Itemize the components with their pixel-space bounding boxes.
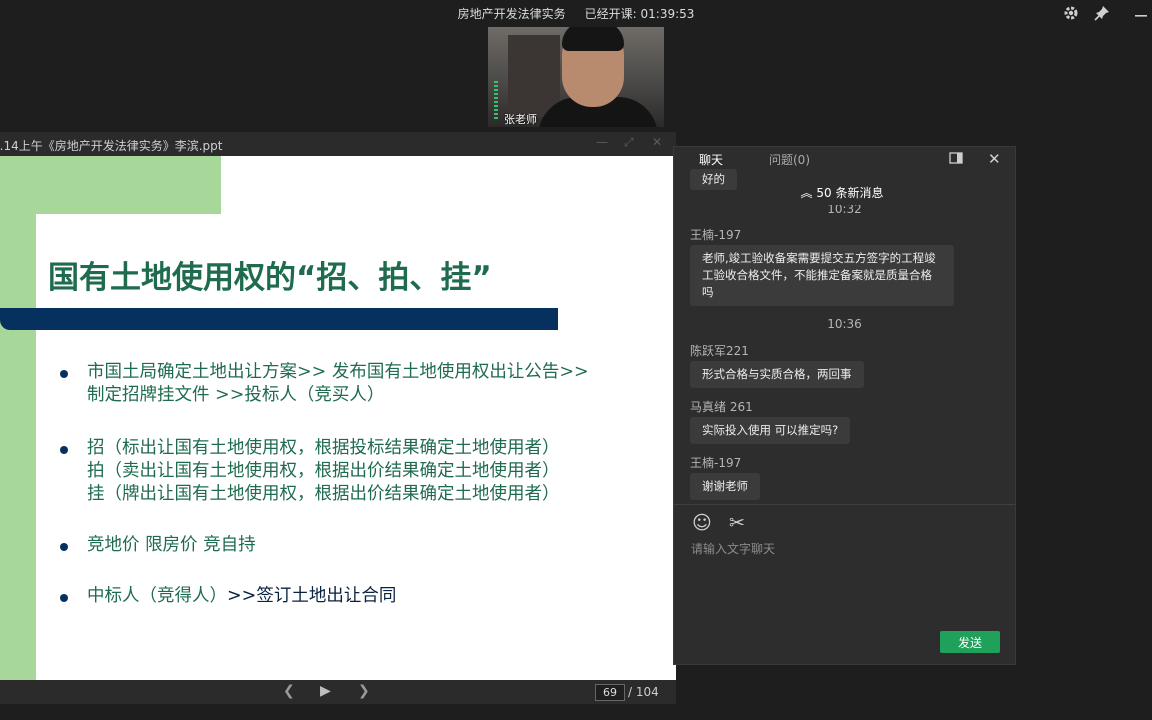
tab-questions[interactable]: 问题(0) bbox=[769, 151, 810, 168]
detach-panel-icon[interactable] bbox=[949, 152, 963, 168]
slide: 国有土地使用权的“招、拍、挂” 市国土局确定土地出让方案>> 发布国有土地使用权… bbox=[0, 156, 676, 680]
chat-bubble: 形式合格与实质合格，两回事 bbox=[690, 361, 864, 388]
bullet-line: 竞地价 限房价 竞自持 bbox=[87, 535, 256, 555]
bullet-line: 市国土局确定土地出让方案>> 发布国有土地使用权出让公告>> bbox=[87, 362, 589, 382]
new-messages-label: 50 条新消息 bbox=[816, 186, 884, 200]
chat-sender: 王楠-197 bbox=[690, 228, 742, 242]
elapsed-label: 已经开课: bbox=[584, 7, 637, 21]
ppt-maximize-icon[interactable]: ⤢ bbox=[624, 135, 634, 150]
teacher-video: 张老师 bbox=[488, 27, 664, 127]
chat-bubble: 老师,竣工验收备案需要提交五方签字的工程竣工验收合格文件，不能推定备案就是质量合… bbox=[690, 245, 954, 306]
bullet-suffix: >>签订土地出让合同 bbox=[227, 586, 397, 606]
next-slide-icon[interactable]: ❯ bbox=[358, 683, 370, 699]
chat-bubble: 谢谢老师 bbox=[690, 473, 760, 500]
bullet-dot-icon bbox=[60, 594, 68, 602]
slide-title-underline bbox=[0, 308, 558, 330]
elapsed-time: 01:39:53 bbox=[640, 7, 695, 21]
slide-green-corner bbox=[36, 156, 221, 214]
top-bar: 房地产开发法律实务 已经开课: 01:39:53 bbox=[0, 0, 1152, 26]
bullet-line: 拍（卖出让国有土地使用权，根据出价结果确定土地使用者） bbox=[87, 461, 560, 481]
bullet-prefix: 中标人（竞得人） bbox=[87, 586, 227, 606]
video-teacher-hair bbox=[562, 27, 624, 51]
slide-title: 国有土地使用权的“招、拍、挂” bbox=[48, 260, 492, 296]
mic-level-icon bbox=[494, 81, 498, 121]
chat-sender: 王楠-197 bbox=[690, 456, 742, 470]
gear-icon[interactable] bbox=[1062, 4, 1080, 22]
minimize-icon[interactable] bbox=[1132, 4, 1150, 22]
bullet-dot-icon bbox=[60, 543, 68, 551]
bullet-line: 挂（牌出让国有土地使用权，根据出价结果确定土地使用者） bbox=[87, 484, 560, 504]
send-button[interactable]: 发送 bbox=[940, 631, 1000, 653]
slide-green-band bbox=[0, 156, 36, 680]
ppt-window: 2.14上午《房地产开发法律实务》李滨.ppt — ⤢ ✕ 国有土地使用权的“招… bbox=[0, 132, 676, 704]
bullet-dot-icon bbox=[60, 370, 68, 378]
ppt-controls: ❮ ▶ ❯ 69 / 104 bbox=[0, 680, 676, 704]
chat-bubble: 好的 bbox=[690, 169, 737, 190]
scissors-icon[interactable]: ✂ bbox=[729, 512, 745, 534]
bullet-dot-icon bbox=[60, 446, 68, 454]
pin-icon[interactable] bbox=[1093, 4, 1111, 22]
chat-sender: 马真绪 261 bbox=[690, 400, 753, 414]
bullet-line: 招（标出让国有土地使用权，根据投标结果确定土地使用者） bbox=[87, 438, 560, 458]
course-title-bar: 房地产开发法律实务 已经开课: 01:39:53 bbox=[0, 5, 1152, 22]
course-title: 房地产开发法律实务 bbox=[457, 7, 566, 21]
emoji-icon[interactable]: ☺ bbox=[692, 512, 712, 534]
ppt-minimize-icon[interactable]: — bbox=[596, 135, 608, 149]
tab-chat[interactable]: 聊天 bbox=[699, 151, 724, 171]
ppt-window-title: 2.14上午《房地产开发法律实务》李滨.ppt bbox=[0, 139, 223, 153]
chat-sender: 陈跃军221 bbox=[690, 344, 749, 358]
chat-divider bbox=[674, 504, 1015, 505]
double-chevron-up-icon: ︽ bbox=[800, 186, 813, 200]
prev-slide-icon[interactable]: ❮ bbox=[283, 683, 295, 699]
new-messages-button[interactable]: ︽ 50 条新消息 bbox=[789, 181, 895, 205]
page-total: / 104 bbox=[628, 685, 659, 699]
teacher-name: 张老师 bbox=[504, 113, 537, 126]
chat-bubble: 实际投入使用 可以推定吗? bbox=[690, 417, 851, 444]
close-chat-icon[interactable]: ✕ bbox=[988, 150, 1001, 168]
play-icon[interactable]: ▶ bbox=[320, 683, 331, 699]
bullet-line: 制定招牌挂文件 >>投标人（竞买人） bbox=[87, 385, 385, 405]
chat-panel: 聊天 问题(0) ✕ 好的 10:32 ︽ 50 条新消息 王楠-197 老师,… bbox=[673, 146, 1016, 665]
chat-time: 10:36 bbox=[827, 317, 862, 331]
chat-input[interactable] bbox=[689, 541, 993, 557]
ppt-close-icon[interactable]: ✕ bbox=[652, 135, 662, 149]
page-number-input[interactable]: 69 bbox=[595, 684, 625, 701]
